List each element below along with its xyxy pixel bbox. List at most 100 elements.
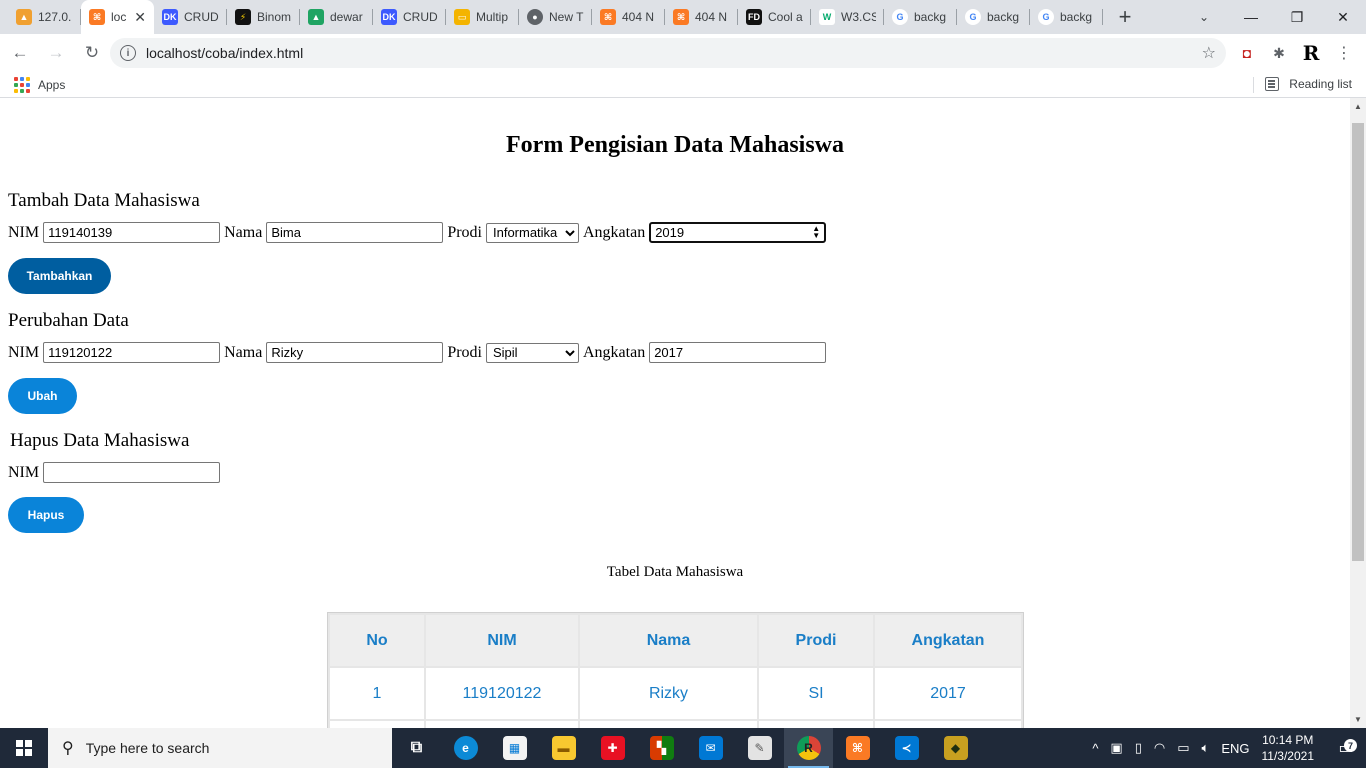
tab[interactable]: DK CRUD <box>373 0 446 34</box>
browser-menu-icon[interactable]: ⋮ <box>1333 42 1355 64</box>
address-bar[interactable]: i localhost/coba/index.html ☆ <box>110 38 1226 68</box>
vscode-button[interactable]: ≺ <box>882 728 931 768</box>
tab-title: 404 N <box>695 10 728 24</box>
tab[interactable]: ▲ 127.0. <box>8 0 81 34</box>
mail-icon: ✉ <box>698 736 723 760</box>
paint-button[interactable]: ✎ <box>735 728 784 768</box>
edit-angkatan-input[interactable] <box>649 342 827 363</box>
store-button[interactable]: ▦ <box>490 728 539 768</box>
tab[interactable]: ▭ Multip <box>446 0 519 34</box>
tab[interactable]: ▲ dewar <box>300 0 373 34</box>
forward-button[interactable]: → <box>40 37 72 69</box>
tab[interactable]: Gbackg <box>1030 0 1103 34</box>
tab[interactable]: Gbackg <box>957 0 1030 34</box>
battery-icon[interactable]: ▯ <box>1135 740 1142 756</box>
tambahkan-button[interactable]: Tambahkan <box>8 258 111 294</box>
office-app-button[interactable]: ▚ <box>637 728 686 768</box>
lightning-icon: ⚡ <box>235 9 251 25</box>
add-angkatan-input[interactable] <box>649 222 827 243</box>
wifi-icon[interactable]: ◠ <box>1154 740 1165 756</box>
slides-icon: ▭ <box>454 9 470 25</box>
new-tab-button[interactable]: + <box>1111 3 1139 31</box>
tab-title: New T <box>549 10 584 24</box>
reload-button[interactable]: ↻ <box>76 37 108 69</box>
edit-nim-input[interactable] <box>43 342 221 363</box>
reading-list-button[interactable]: Reading list <box>1253 77 1352 93</box>
tab-title: 404 N <box>622 10 655 24</box>
taskbar-apps: ⧉ e ▦ ▬ ✚ ▚ ✉ ✎ R ⌘ ≺ ◆ <box>392 728 980 768</box>
extensions-puzzle-icon[interactable]: ✱ <box>1268 42 1290 64</box>
file-explorer-button[interactable]: ▬ <box>539 728 588 768</box>
scroll-down-icon[interactable]: ▼ <box>1350 711 1366 728</box>
tab[interactable]: ⌘ 404 N <box>592 0 665 34</box>
edge-icon: e <box>453 736 478 760</box>
tray-chevron-icon[interactable]: ^ <box>1092 741 1098 756</box>
dk-icon: DK <box>162 9 178 25</box>
tab-title: 127.0. <box>38 10 72 24</box>
start-button[interactable] <box>0 728 48 768</box>
edit-nama-input[interactable] <box>266 342 444 363</box>
language-indicator[interactable]: ENG <box>1221 741 1249 756</box>
tab[interactable]: W W3.CS <box>811 0 884 34</box>
store-icon: ▦ <box>502 736 527 760</box>
tab-active[interactable]: ⌘ loc ✕ <box>81 0 154 34</box>
add-prodi-select[interactable]: Informatika <box>485 222 579 243</box>
app-button[interactable]: ◆ <box>931 728 980 768</box>
notification-center-button[interactable]: ▭ 7 <box>1326 738 1366 758</box>
google-icon: G <box>1038 9 1054 25</box>
tab[interactable]: ⚡ Binom <box>227 0 300 34</box>
system-tray: ^ ▣ ▯ ◠ ▭ 🔈︎ ENG 10:14 PM 11/3/2021 ▭ 7 <box>1086 728 1366 768</box>
profile-avatar[interactable]: R <box>1300 41 1322 65</box>
delete-nim-input[interactable] <box>43 462 221 483</box>
add-nim-input[interactable] <box>43 222 221 243</box>
chrome-icon: R <box>796 736 821 760</box>
clock[interactable]: 10:14 PM 11/3/2021 <box>1262 732 1315 764</box>
task-view-button[interactable]: ⧉ <box>392 728 441 768</box>
volume-icon[interactable]: 🔈︎ <box>1202 740 1210 756</box>
tab-search-chevron-icon[interactable]: ⌄ <box>1192 6 1216 28</box>
scrollbar-thumb[interactable] <box>1352 123 1364 561</box>
restore-button[interactable]: ❐ <box>1274 0 1320 34</box>
ubah-button[interactable]: Ubah <box>8 378 77 414</box>
keyboard-icon[interactable]: ▭ <box>1177 740 1189 756</box>
tab[interactable]: DK CRUD <box>154 0 227 34</box>
bookmark-star-icon[interactable]: ☆ <box>1202 43 1216 63</box>
add-nim-label: NIM <box>8 223 40 241</box>
vertical-scrollbar[interactable]: ▲ ▼ <box>1350 98 1366 728</box>
extension-shield-icon[interactable]: ◘ <box>1236 42 1258 64</box>
xampp-button[interactable]: ⌘ <box>833 728 882 768</box>
cell-prodi: SI <box>759 668 873 719</box>
edge-button[interactable]: e <box>441 728 490 768</box>
reading-list-label: Reading list <box>1289 77 1352 91</box>
hapus-button[interactable]: Hapus <box>8 497 84 533</box>
column-header-angkatan: Angkatan <box>875 615 1021 666</box>
tab-title: dewar <box>330 10 363 24</box>
windows-logo-icon <box>16 740 32 756</box>
cell-angkatan <box>875 721 1021 728</box>
meet-now-icon[interactable]: ▣ <box>1110 740 1122 756</box>
scroll-up-icon[interactable]: ▲ <box>1350 98 1366 115</box>
close-window-button[interactable]: ✕ <box>1320 0 1366 34</box>
chrome-button[interactable]: R <box>784 728 833 768</box>
tab[interactable]: ⌘ 404 N <box>665 0 738 34</box>
tab[interactable]: ● New T <box>519 0 592 34</box>
edit-nama-label: Nama <box>224 343 263 361</box>
apps-bookmark[interactable]: Apps <box>14 76 65 93</box>
mail-button[interactable]: ✉ <box>686 728 735 768</box>
tab[interactable]: Gbackg <box>884 0 957 34</box>
gift-app-button[interactable]: ✚ <box>588 728 637 768</box>
minimize-button[interactable]: — <box>1228 0 1274 34</box>
taskbar-search-box[interactable]: ⚲ Type here to search <box>48 728 392 768</box>
edit-prodi-select[interactable]: Sipil <box>485 342 579 363</box>
cell-no: 1 <box>330 668 424 719</box>
spinner-arrows-icon[interactable]: ▲ ▼ <box>812 225 820 240</box>
tab[interactable]: FD Cool a <box>738 0 811 34</box>
tab-title: backg <box>914 10 947 24</box>
site-info-icon[interactable]: i <box>120 45 136 61</box>
back-button[interactable]: ← <box>4 37 36 69</box>
close-tab-icon[interactable]: ✕ <box>134 9 146 26</box>
add-angkatan-wrap: ▲▼ <box>649 222 827 243</box>
add-nama-input[interactable] <box>266 222 444 243</box>
clock-time: 10:14 PM <box>1262 733 1314 747</box>
task-view-icon: ⧉ <box>410 739 423 756</box>
